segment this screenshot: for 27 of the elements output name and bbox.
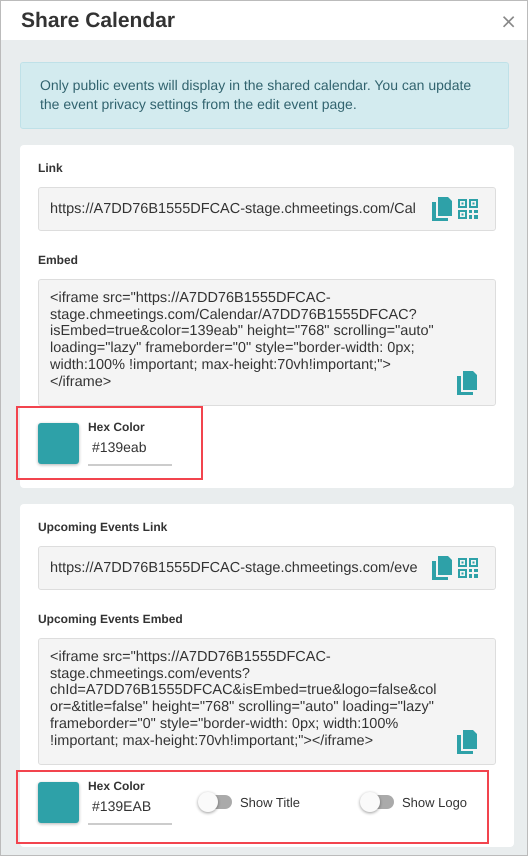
field-label: Link (38, 161, 64, 175)
field-label: Embed (38, 253, 80, 267)
color-swatch[interactable] (38, 422, 79, 464)
hex-color-label: Hex Color (88, 779, 146, 793)
hex-color-label: Hex Color (88, 420, 146, 434)
toggle-switch[interactable] (200, 795, 232, 809)
toggle-label: Show Logo (402, 794, 468, 810)
dialog-title: Share Calendar (21, 8, 176, 32)
copy-icon[interactable] (432, 197, 452, 221)
hex-color-field[interactable]: #139eab (88, 439, 172, 466)
toggle-label: Show Title (240, 794, 300, 810)
qr-code-icon[interactable] (458, 199, 478, 219)
link-field[interactable]: https://A7DD76B1555DFCAC-stage.chmeetings.com/Cal (38, 187, 496, 231)
close-button[interactable]: × (498, 8, 519, 32)
toggle-switch[interactable] (362, 795, 394, 809)
copy-icon[interactable] (432, 556, 452, 580)
qr-code-icon[interactable] (458, 558, 478, 578)
hex-color-field[interactable]: #139EAB (88, 798, 172, 825)
field-label: Upcoming Events Link (38, 520, 168, 534)
link-field[interactable]: https://A7DD76B1555DFCAC-stage.chmeetings.com/eve (38, 546, 496, 590)
copy-icon[interactable] (457, 730, 477, 754)
color-swatch[interactable] (38, 782, 79, 822)
embed-code-field[interactable]: <iframe src="https://A7DD76B1555DFCAC-stage.chmeetings.com/Calendar/A7DD76B1555DFCAC?isEmbed=true&color=139eab" height="768" scrolling="auto" loading="lazy" frameborder="0" style="border-width: 0px; width:100% !important; max-height:70vh!important;"></iframe> (38, 279, 496, 406)
info-alert: Only public events will display in the shared calendar. You can update the event privacy settings from the edit event page. (20, 62, 509, 129)
field-label: Upcoming Events Embed (38, 612, 184, 626)
embed-code-field[interactable]: <iframe src="https://A7DD76B1555DFCAC-stage.chmeetings.com/events?chId=A7DD76B1555DFCAC&isEmbed=true&logo=false&color=&title=false" height="768" scrolling="auto" loading="lazy" frameborder="0" style="border-width: 0px; width:100% !important; max-height:70vh!important;"></iframe> (38, 638, 496, 765)
copy-icon[interactable] (457, 371, 477, 395)
